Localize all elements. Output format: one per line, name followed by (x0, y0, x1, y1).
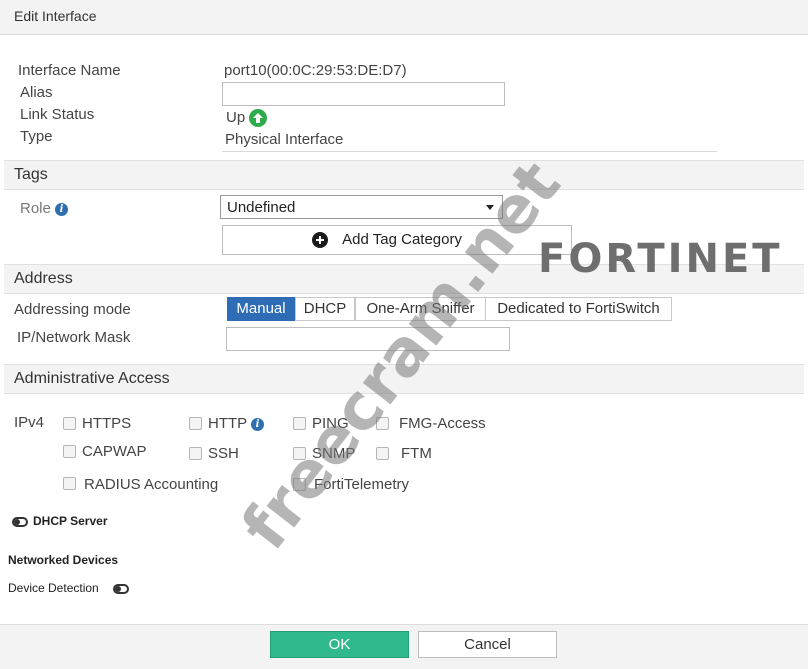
admin-access-header: Administrative Access (14, 370, 170, 387)
ftm-checkbox[interactable] (376, 447, 389, 460)
https-label: HTTPS (82, 415, 132, 432)
device-detection-label: Device Detection (8, 581, 99, 595)
fortinet-logo: FORTINET (538, 236, 783, 282)
link-status-label: Link Status (20, 106, 95, 123)
mode-manual-button[interactable]: Manual (227, 297, 295, 321)
ipv4-label: IPv4 (14, 414, 45, 431)
interface-name-label: Interface Name (18, 62, 121, 79)
dhcp-server-label: DHCP Server (33, 514, 108, 528)
dialog-title-bar: Edit Interface (0, 0, 808, 35)
ok-button[interactable]: OK (270, 631, 409, 658)
alias-label: Alias (20, 84, 53, 101)
cancel-button[interactable]: Cancel (418, 631, 557, 658)
link-status-value: Up (226, 109, 246, 126)
capwap-label: CAPWAP (82, 443, 147, 460)
https-checkbox[interactable] (63, 417, 76, 430)
type-value: Physical Interface (225, 131, 344, 148)
networked-devices-header: Networked Devices (8, 553, 119, 567)
http-label: HTTP (208, 415, 247, 432)
ssh-label: SSH (208, 445, 239, 462)
role-label-wrap: Role i (20, 200, 69, 217)
type-label: Type (20, 128, 53, 145)
divider (222, 151, 717, 152)
radius-accounting-label: RADIUS Accounting (84, 476, 219, 493)
device-detection-toggle[interactable] (113, 584, 129, 594)
ip-mask-label: IP/Network Mask (17, 329, 131, 346)
alias-input[interactable] (222, 82, 505, 106)
dialog-title: Edit Interface (14, 8, 97, 24)
radius-accounting-checkbox[interactable] (63, 477, 76, 490)
fmg-access-label: FMG-Access (399, 415, 486, 432)
http-checkbox[interactable] (189, 417, 202, 430)
role-label: Role (20, 200, 51, 217)
tags-section-header: Tags (4, 160, 804, 190)
role-select-value: Undefined (227, 199, 296, 216)
mode-dedicated-fortiswitch-button[interactable]: Dedicated to FortiSwitch (485, 297, 672, 321)
capwap-checkbox[interactable] (63, 445, 76, 458)
info-icon[interactable]: i (251, 417, 265, 431)
addressing-mode-label: Addressing mode (14, 301, 131, 318)
dhcp-server-toggle[interactable] (12, 517, 28, 527)
ssh-checkbox[interactable] (189, 447, 202, 460)
ftm-label: FTM (401, 445, 432, 462)
mode-dhcp-button[interactable]: DHCP (295, 297, 355, 321)
plus-circle-icon (312, 232, 328, 249)
interface-name-value: port10(00:0C:29:53:DE:D7) (224, 62, 407, 79)
link-status: Up (226, 109, 268, 128)
address-header: Address (14, 270, 73, 287)
info-icon[interactable]: i (55, 202, 69, 216)
role-select[interactable]: Undefined (220, 195, 503, 219)
tags-header: Tags (14, 166, 48, 183)
arrow-up-icon (249, 109, 268, 128)
http-label-wrap: HTTP i (208, 415, 265, 432)
